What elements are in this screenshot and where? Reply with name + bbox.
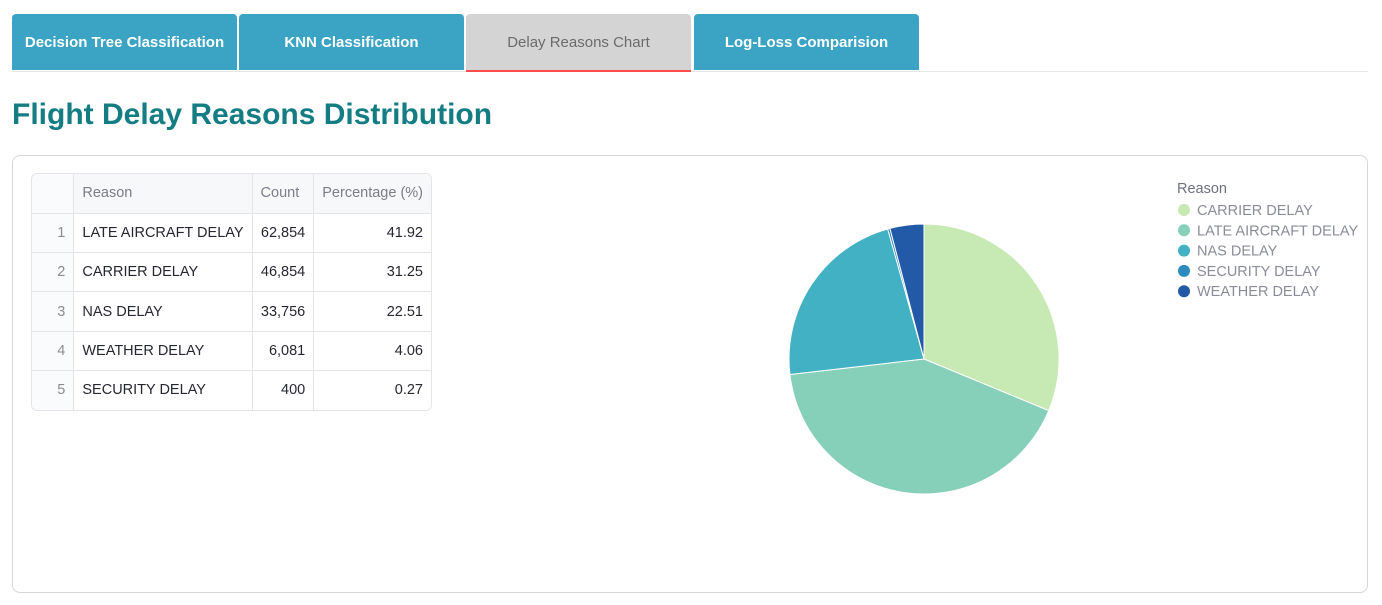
legend-marker (1178, 285, 1190, 298)
legend-item-label[interactable]: LATE AIRCRAFT DELAY (1197, 223, 1358, 239)
pie-chart[interactable]: Reason CARRIER DELAY LATE AIRCRAFT DELAY N… (13, 156, 1369, 594)
legend-item-label[interactable]: WEATHER DELAY (1197, 284, 1319, 300)
tab-delay-reasons-chart[interactable]: Delay Reasons Chart (466, 14, 691, 72)
tab-decision-tree-classification[interactable]: Decision Tree Classification (12, 14, 237, 70)
legend-marker (1178, 204, 1190, 216)
tab-log-loss-comparision[interactable]: Log-Loss Comparision (694, 14, 919, 70)
legend-marker (1178, 224, 1190, 237)
page-title: Flight Delay Reasons Distribution (12, 98, 493, 131)
tab-knn-classification[interactable]: KNN Classification (239, 14, 464, 70)
tab-bar: Decision Tree Classification KNN Classif… (12, 14, 1368, 72)
content-card: Reason Count Percentage (%) 1 LATE AIRCR… (12, 155, 1368, 593)
legend-item-label[interactable]: NAS DELAY (1197, 244, 1278, 260)
legend-item-label[interactable]: SECURITY DELAY (1197, 264, 1321, 280)
legend-marker (1178, 244, 1190, 257)
legend-marker (1178, 264, 1190, 277)
legend-title: Reason (1177, 181, 1227, 197)
legend-item-label[interactable]: CARRIER DELAY (1197, 203, 1313, 219)
